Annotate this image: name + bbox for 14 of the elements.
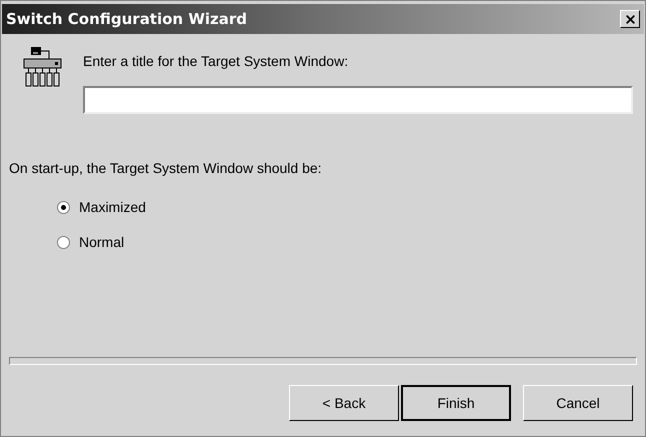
radio-button[interactable] — [57, 236, 70, 249]
close-icon — [624, 12, 636, 26]
title-prompt: Enter a title for the Target System Window: — [83, 52, 350, 71]
wizard-button[interactable]: Finish — [401, 385, 511, 421]
wizard-button[interactable]: Cancel — [523, 385, 633, 421]
radio-button[interactable] — [57, 201, 70, 214]
close-button[interactable] — [620, 10, 640, 28]
radio-option[interactable]: Normal — [57, 232, 645, 253]
network-switch-icon — [23, 46, 63, 88]
title-field[interactable] — [83, 86, 633, 114]
startup-label: On start-up, the Target System Window should be: — [9, 159, 323, 178]
window-title: Switch Configuration Wizard — [6, 8, 248, 30]
wizard-button[interactable]: < Back — [289, 385, 399, 421]
radio-option[interactable]: Maximized — [57, 197, 645, 218]
